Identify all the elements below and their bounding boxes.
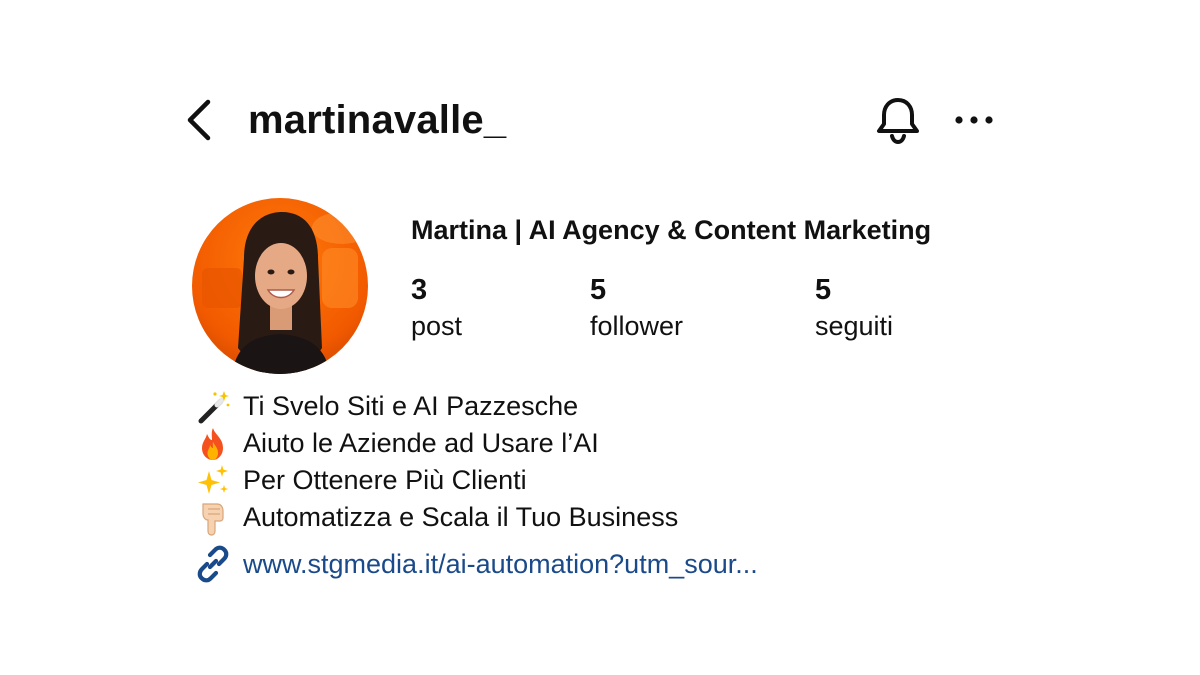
stat-following[interactable]: 5 seguiti <box>815 272 893 344</box>
magic-wand-icon <box>194 388 232 425</box>
avatar[interactable] <box>192 198 368 374</box>
stat-following-label: seguiti <box>815 311 894 341</box>
bio-line: Per Ottenere Più Clienti <box>194 462 994 499</box>
stat-followers-count: 5 <box>590 274 607 306</box>
link-icon <box>194 545 232 583</box>
back-button[interactable] <box>182 96 222 144</box>
chevron-left-icon <box>187 99 211 141</box>
bio-text: Automatizza e Scala il Tuo Business <box>243 502 679 532</box>
profile-link-text[interactable]: www.stgmedia.it/ai-automation?utm_sour..… <box>243 545 758 583</box>
profile-bio: Ti Svelo Siti e AI Pazzesche Aiuto le Az… <box>194 388 994 536</box>
stat-posts-count: 3 <box>411 274 428 306</box>
sparkles-icon <box>194 462 232 499</box>
more-horizontal-icon <box>955 116 993 124</box>
bio-text: Ti Svelo Siti e AI Pazzesche <box>243 391 579 421</box>
profile-display-name: Martina | AI Agency & Content Marketing <box>411 215 932 245</box>
stat-posts[interactable]: 3 post <box>411 272 462 344</box>
more-options-button[interactable] <box>952 104 996 136</box>
stat-followers-label: follower <box>590 311 684 341</box>
fire-icon <box>194 425 232 462</box>
profile-header: martinavalle_ <box>0 0 1200 240</box>
bio-line: Ti Svelo Siti e AI Pazzesche <box>194 388 994 425</box>
bio-line: Automatizza e Scala il Tuo Business <box>194 499 994 536</box>
notifications-button[interactable] <box>872 94 924 146</box>
stat-following-count: 5 <box>815 274 832 306</box>
profile-username: martinavalle_ <box>248 98 507 142</box>
bell-icon <box>877 98 919 145</box>
stat-posts-label: post <box>411 311 463 341</box>
stat-followers[interactable]: 5 follower <box>590 272 683 344</box>
bio-line: Aiuto le Aziende ad Usare l’AI <box>194 425 994 462</box>
pointing-down-icon <box>194 499 232 536</box>
bio-text: Aiuto le Aziende ad Usare l’AI <box>243 428 599 458</box>
profile-photo <box>192 198 368 374</box>
bio-text: Per Ottenere Più Clienti <box>243 465 527 495</box>
profile-link[interactable]: www.stgmedia.it/ai-automation?utm_sour..… <box>194 545 758 583</box>
